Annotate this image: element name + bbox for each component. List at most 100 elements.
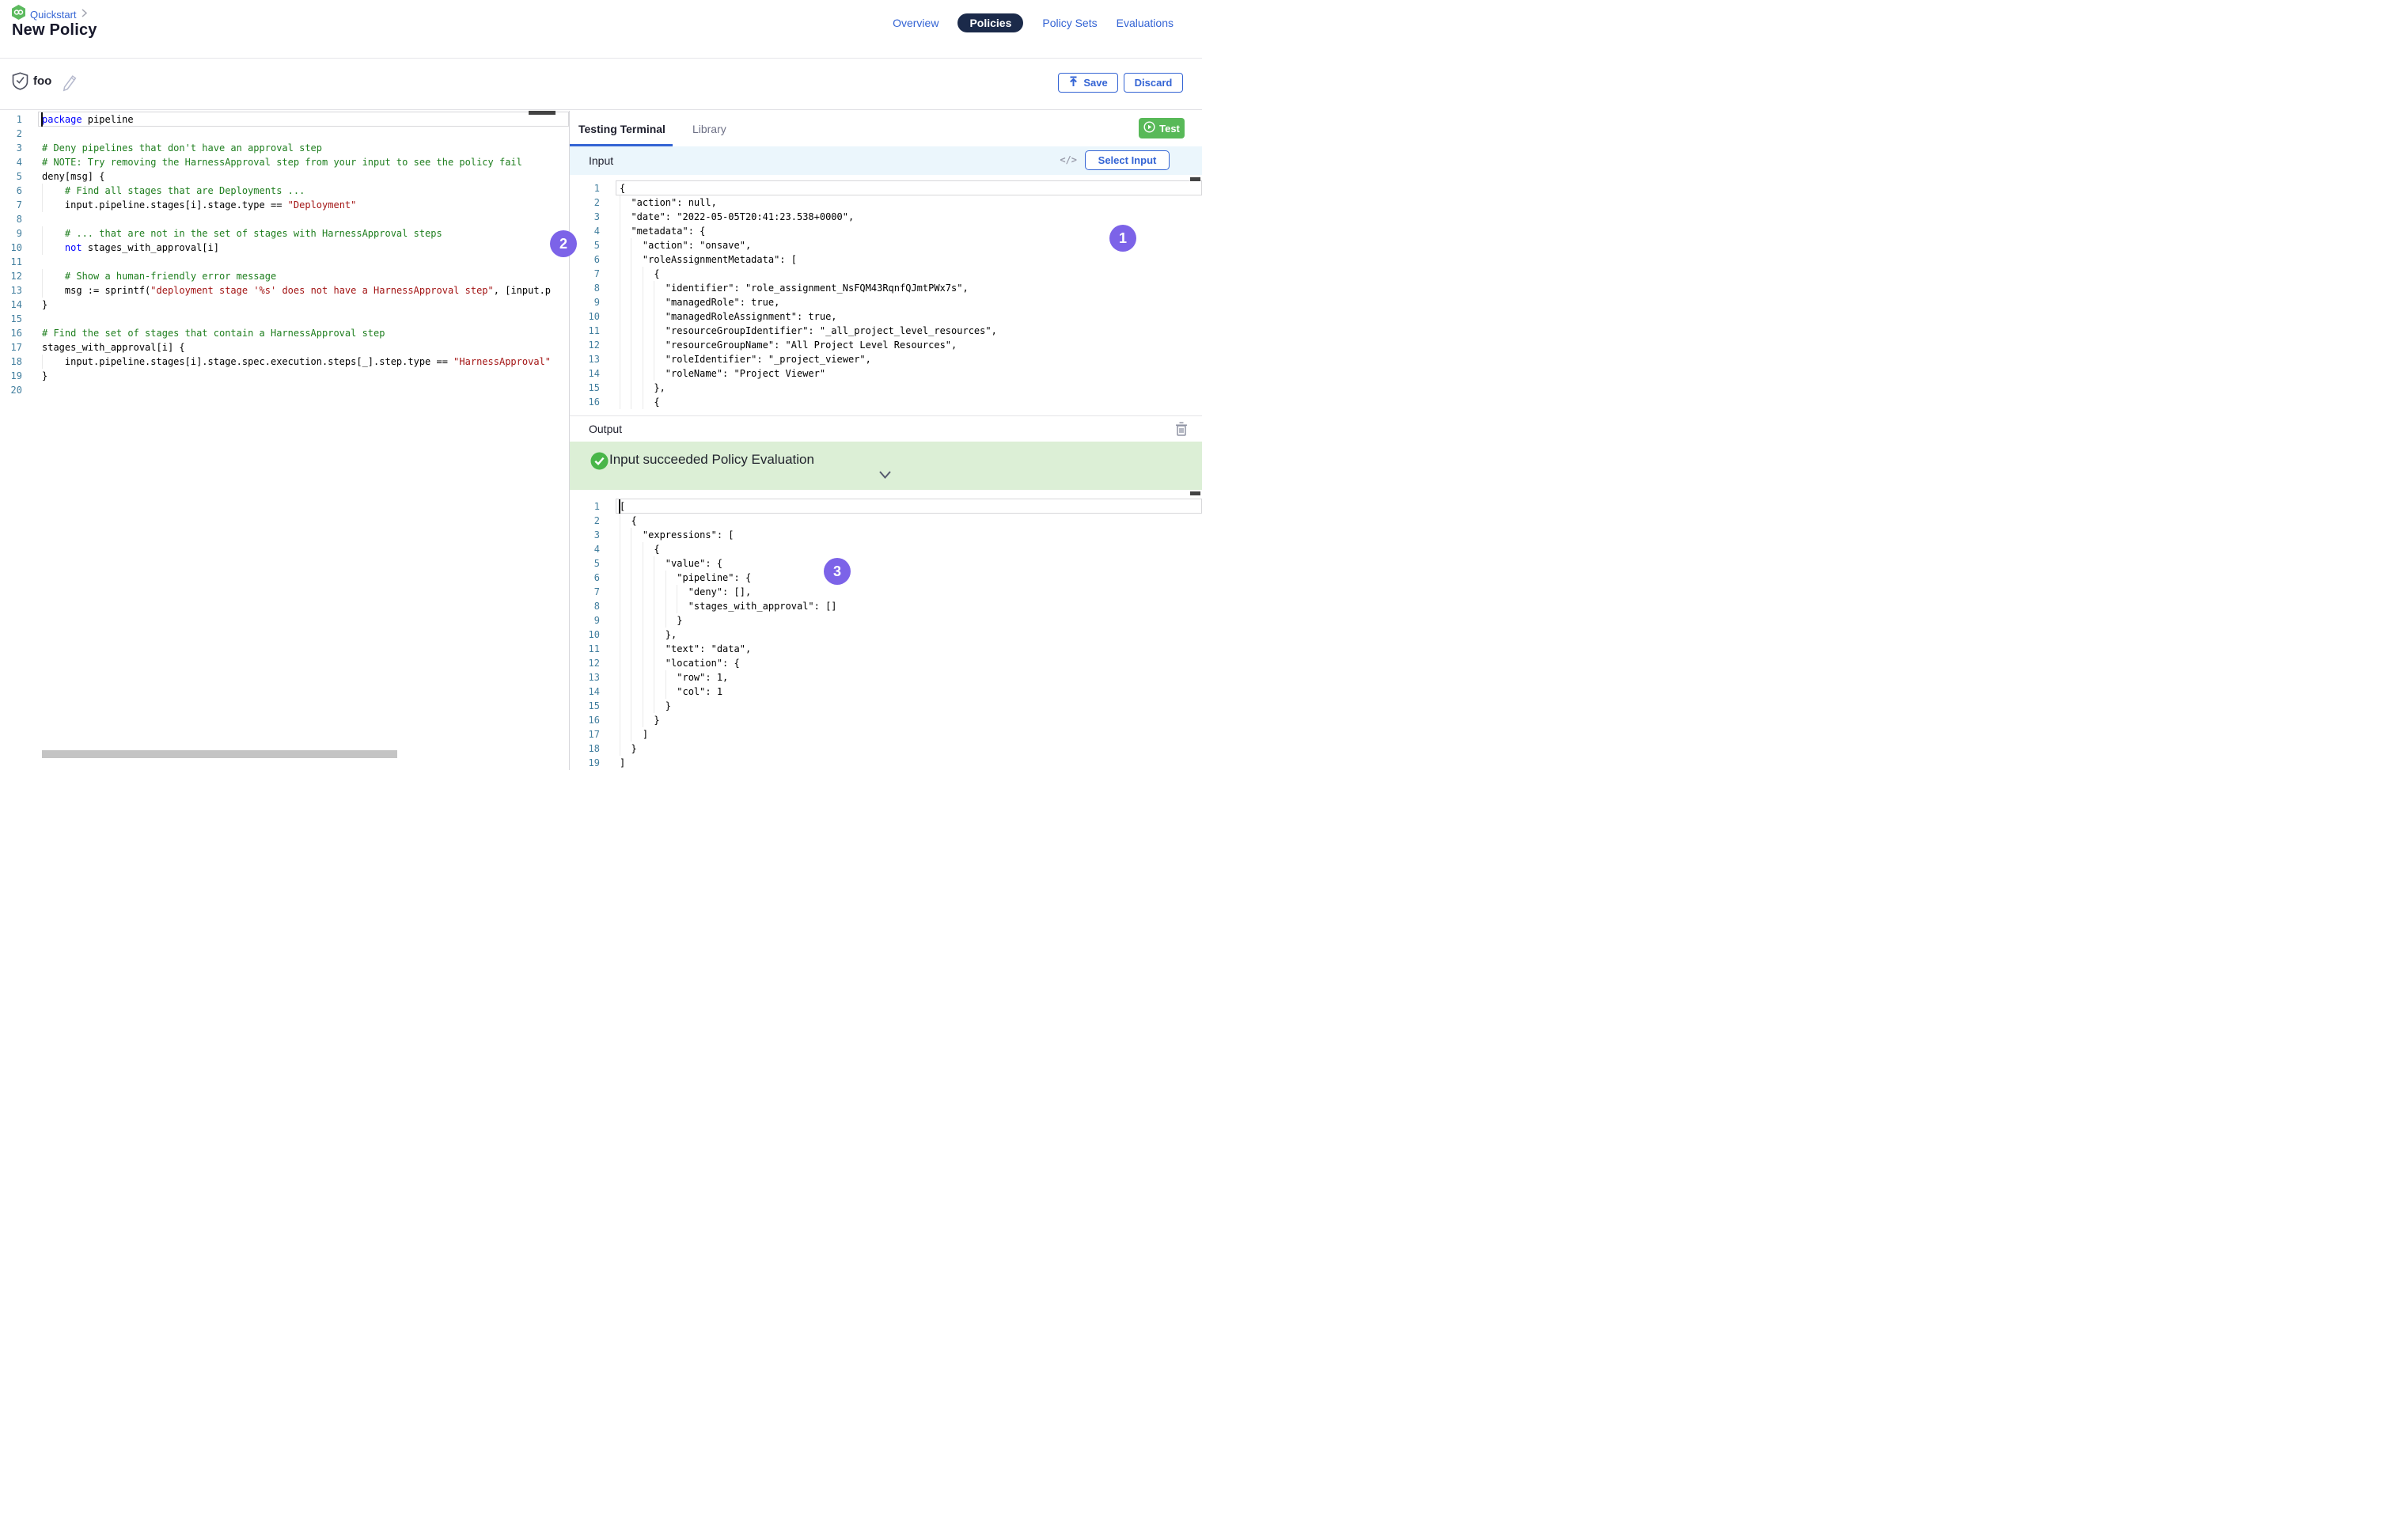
output-panel-header: Output (570, 415, 1202, 442)
success-check-icon (590, 452, 609, 474)
evaluation-success-banner: Input succeeded Policy Evaluation (570, 442, 1202, 490)
discard-button[interactable]: Discard (1124, 73, 1183, 93)
testing-panel: Testing Terminal Library Test Input </> … (570, 111, 1202, 770)
code-line: 10 not stages_with_approval[i] (0, 241, 569, 255)
code-line: 10 "managedRoleAssignment": true, (570, 309, 1202, 324)
nav-tab-evaluations[interactable]: Evaluations (1117, 17, 1174, 29)
code-line: 2 "action": null, (570, 195, 1202, 210)
code-line: 5 "action": "onsave", (570, 238, 1202, 252)
code-line: 12 "location": { (570, 656, 1202, 670)
trash-icon (1175, 427, 1188, 438)
page-title: New Policy (12, 21, 97, 40)
code-line: 9 } (570, 613, 1202, 628)
code-line: 5 "value": { (570, 556, 1202, 571)
code-line: 7 "deny": [], (570, 585, 1202, 599)
code-line: 14} (0, 298, 569, 312)
policy-code-lines: 1package pipeline23# Deny pipelines that… (0, 112, 569, 397)
test-button[interactable]: Test (1139, 118, 1185, 138)
input-json-editor[interactable]: 1{2 "action": null,3 "date": "2022-05-05… (570, 175, 1202, 415)
code-line: 7 input.pipeline.stages[i].stage.type ==… (0, 198, 569, 212)
code-line: 4 { (570, 542, 1202, 556)
editor-scrollbar-thumb[interactable] (1190, 491, 1200, 495)
code-line: 1{ (570, 181, 1202, 195)
code-line: 8 "identifier": "role_assignment_NsFQM43… (570, 281, 1202, 295)
code-line: 12 # Show a human-friendly error message (0, 269, 569, 283)
code-line: 2 (0, 127, 569, 141)
code-line: 14 "roleName": "Project Viewer" (570, 366, 1202, 381)
input-panel-header: Input </> Select Input (570, 146, 1202, 175)
policy-shield-icon (12, 72, 28, 94)
chevron-right-icon (82, 7, 87, 21)
horizontal-scrollbar[interactable] (42, 750, 397, 758)
code-brackets-icon[interactable]: </> (1060, 154, 1077, 165)
select-input-button[interactable]: Select Input (1085, 150, 1170, 170)
code-line: 4 "metadata": { (570, 224, 1202, 238)
code-line: 3 "expressions": [ (570, 528, 1202, 542)
save-button[interactable]: Save (1058, 73, 1118, 93)
code-line: 5deny[msg] { (0, 169, 569, 184)
code-line: 16 { (570, 395, 1202, 409)
code-line: 11 "resourceGroupIdentifier": "_all_proj… (570, 324, 1202, 338)
nav-tab-overview[interactable]: Overview (893, 17, 938, 29)
nav-tab-policies[interactable]: Policies (957, 13, 1023, 32)
editor-scrollbar-thumb[interactable] (529, 111, 555, 115)
code-line: 3# Deny pipelines that don't have an app… (0, 141, 569, 155)
policy-name: foo (33, 74, 51, 88)
code-line: 13 "row": 1, (570, 670, 1202, 685)
code-line: 13 msg := sprintf("deployment stage '%s'… (0, 283, 569, 298)
code-line: 6 "pipeline": { (570, 571, 1202, 585)
tab-testing-terminal[interactable]: Testing Terminal (578, 123, 665, 135)
code-line: 14 "col": 1 (570, 685, 1202, 699)
collapse-banner-button[interactable] (878, 470, 892, 482)
code-line: 19] (570, 756, 1202, 770)
code-line: 6 # Find all stages that are Deployments… (0, 184, 569, 198)
policy-code-editor[interactable]: 1package pipeline23# Deny pipelines that… (0, 111, 569, 770)
code-line: 16 } (570, 713, 1202, 727)
chevron-down-icon (878, 470, 892, 482)
input-title: Input (589, 154, 613, 167)
code-line: 16# Find the set of stages that contain … (0, 326, 569, 340)
code-line: 11 "text": "data", (570, 642, 1202, 656)
code-line: 9 # ... that are not in the set of stage… (0, 226, 569, 241)
code-line: 17 ] (570, 727, 1202, 742)
output-json-editor[interactable]: 1[2 {3 "expressions": [4 {5 "value": {6 … (570, 490, 1202, 770)
output-title: Output (589, 423, 622, 435)
save-label: Save (1083, 77, 1107, 89)
header: Quickstart New Policy Overview Policies … (0, 0, 1202, 59)
tab-library[interactable]: Library (692, 123, 726, 135)
code-line: 4# NOTE: Try removing the HarnessApprova… (0, 155, 569, 169)
top-nav: Overview Policies Policy Sets Evaluation… (893, 13, 1174, 32)
code-line: 10 }, (570, 628, 1202, 642)
code-line: 2 { (570, 514, 1202, 528)
edit-pencil-icon[interactable] (62, 74, 78, 96)
code-line: 1[ (570, 499, 1202, 514)
nav-tab-policy-sets[interactable]: Policy Sets (1042, 17, 1097, 29)
code-line: 1package pipeline (0, 112, 569, 127)
output-json-lines: 1[2 {3 "expressions": [4 {5 "value": {6 … (570, 499, 1202, 770)
code-line: 3 "date": "2022-05-05T20:41:23.538+0000"… (570, 210, 1202, 224)
upload-icon (1068, 76, 1079, 89)
code-line: 9 "managedRole": true, (570, 295, 1202, 309)
code-line: 7 { (570, 267, 1202, 281)
editor-scrollbar-thumb[interactable] (1190, 177, 1200, 181)
code-line: 15 }, (570, 381, 1202, 395)
clear-output-button[interactable] (1175, 422, 1188, 438)
code-line: 20 (0, 383, 569, 397)
code-line: 15 (0, 312, 569, 326)
test-label: Test (1159, 123, 1180, 135)
code-line: 18 } (570, 742, 1202, 756)
code-line: 18 input.pipeline.stages[i].stage.spec.e… (0, 355, 569, 369)
play-icon (1143, 121, 1155, 135)
annotation-step-2: 2 (550, 230, 577, 257)
success-message: Input succeeded Policy Evaluation (609, 452, 814, 468)
discard-label: Discard (1135, 77, 1173, 89)
input-json-lines: 1{2 "action": null,3 "date": "2022-05-05… (570, 181, 1202, 409)
code-line: 13 "roleIdentifier": "_project_viewer", (570, 352, 1202, 366)
annotation-step-1: 1 (1109, 225, 1136, 252)
code-line: 19} (0, 369, 569, 383)
breadcrumb-link[interactable]: Quickstart (30, 9, 77, 21)
annotation-step-3: 3 (824, 558, 851, 585)
code-line: 11 (0, 255, 569, 269)
code-line: 8 (0, 212, 569, 226)
code-line: 12 "resourceGroupName": "All Project Lev… (570, 338, 1202, 352)
